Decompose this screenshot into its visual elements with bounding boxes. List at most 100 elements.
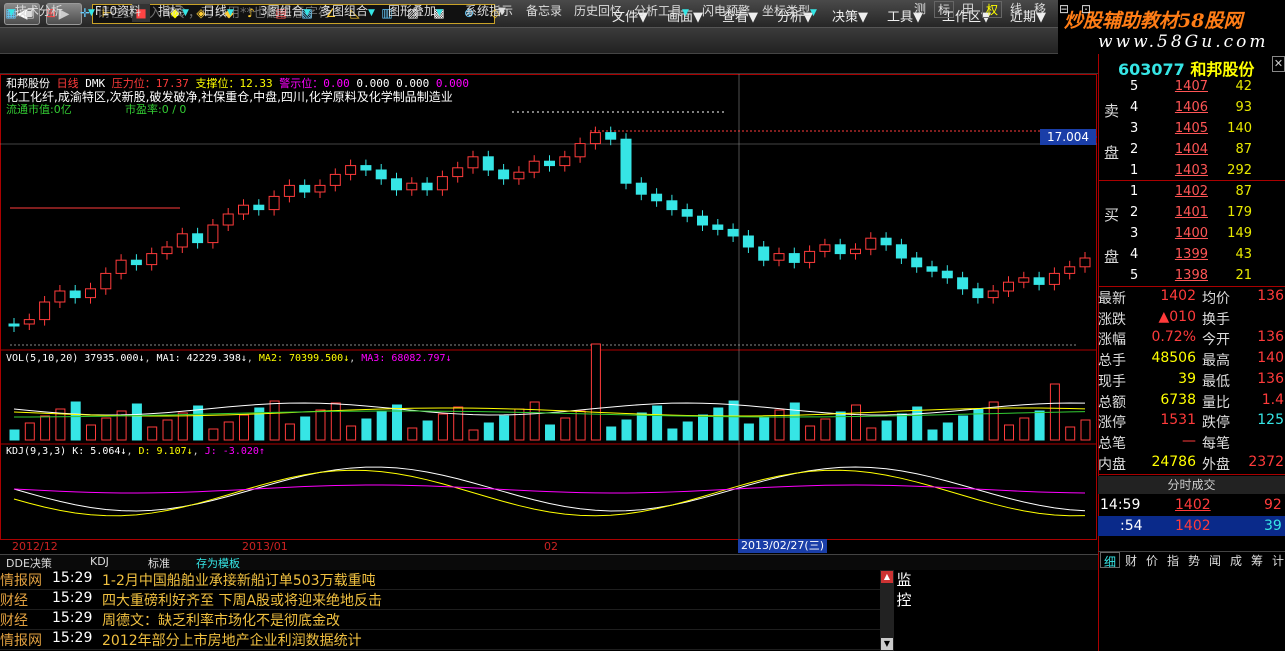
trade-header: 分时成交 [1098,476,1285,494]
menu-f10[interactable]: ▼F10资料 [88,2,141,19]
menu-3chart[interactable]: 3图组合▼ [260,2,311,19]
buy-level-row[interactable]: 4 1399 43 [1098,245,1285,265]
volume-bar [284,423,295,441]
buy-level-row[interactable]: 3 1400 149 [1098,224,1285,244]
volume-bar [86,424,96,441]
monitor-button[interactable]: 监控 [895,570,913,651]
candle-body [987,290,999,299]
menu-coord-type[interactable]: 坐标类型▼ [762,2,817,19]
menu-history[interactable]: 历史回忆 [574,2,622,19]
sell-level-row[interactable]: 5 1407 42 [1098,77,1285,97]
volume-bar [453,406,464,441]
volume-bar [958,415,969,441]
sell-level-row[interactable]: 3 1405 140 [1098,119,1285,139]
kline-chart[interactable] [0,74,1098,554]
volume-bar [759,416,770,441]
buy-level-row[interactable]: 1 1402 87 [1098,182,1285,202]
candle-body [681,209,693,217]
panel-tab[interactable]: 成 [1226,552,1246,568]
candle-body [605,132,617,140]
toolbar [0,28,1058,54]
candle-body [238,204,249,215]
candle-body [1048,272,1060,285]
buy-level-row[interactable]: 5 1398 21 [1098,266,1285,286]
menu-multichart[interactable]: 多图组合▼ [320,2,375,19]
stat-row: 涨停 1531 跌停 125 [1098,412,1284,432]
stat-row: 总额 6738 量比 1.4 [1098,391,1284,411]
menu-tech-analysis[interactable]: ▼技术分析 [8,2,63,19]
volume-bar [529,401,540,441]
candle-body [697,215,708,226]
candle-body [834,244,846,255]
candle-body [345,165,357,175]
menu-system-signal[interactable]: 系统指示 [465,2,513,19]
news-item[interactable]: 财经 15:29 周德文：缺乏利率市场化不是彻底金改 [0,610,880,630]
volume-bar [636,412,647,441]
sell-level-row[interactable]: 1 1403 292 [1098,161,1285,181]
news-item[interactable]: 财经 15:29 四大重磅利好齐至 下周A股或将迎来绝地反击 [0,590,880,610]
candle-body [742,235,754,248]
panel-tab[interactable]: 闻 [1205,552,1225,568]
candle-body [712,224,724,230]
candle-body [360,165,372,171]
stat-row: 现手 39 最低 136 [1098,370,1284,390]
panel-tab[interactable]: 指 [1163,552,1183,568]
candle-body [574,143,586,158]
panel-tab[interactable]: 计 [1268,552,1285,568]
tab-kdj[interactable]: KDJ [90,555,109,568]
volume-bar [590,343,601,441]
menu-daily[interactable]: 日线▼ [203,2,234,19]
menu-decision[interactable]: 决策▼ [832,6,868,25]
panel-tab[interactable]: 价 [1142,552,1162,568]
expand-icon[interactable]: ⊡ [1076,1,1096,18]
news-scrollbar[interactable]: ▲ ▼ [880,570,894,651]
mark-button[interactable]: 标 [934,1,954,18]
buy-level-row[interactable]: 2 1401 179 [1098,203,1285,223]
news-item[interactable]: 情报网 15:29 2012年部分上市房地产企业利润数据统计 [0,630,880,650]
bell-icon[interactable]: ♪ [242,4,260,22]
price-tag: 17.004 [1040,129,1096,145]
measure-button[interactable]: 测 [910,1,930,18]
shrink-icon[interactable]: ⊟ [1054,1,1074,18]
menu-analysis-tools[interactable]: 分析工具▼ [634,2,689,19]
volume-bar [177,412,188,441]
menu-overlay[interactable]: 图形叠加▼ [388,2,443,19]
tab-standard[interactable]: 标准 [148,555,170,571]
panel-tab[interactable]: 财 [1121,552,1141,568]
sell-level-row[interactable]: 4 1406 93 [1098,98,1285,118]
volume-bar [682,421,693,441]
panel-tab[interactable]: 筹 [1247,552,1267,568]
menu-memo[interactable]: 备忘录 [526,2,562,19]
logo-url: www.58Gu.com [1098,32,1269,52]
candle-body [651,193,663,202]
candle-body [926,266,938,272]
tab-save-template[interactable]: 存为模板 [196,555,240,571]
candle-body [498,169,510,180]
candle-body [773,253,785,261]
candle-body [421,182,433,191]
candle-body [375,169,387,180]
panel-tab[interactable]: 势 [1184,552,1204,568]
volume-bar [606,426,617,441]
line-button[interactable]: 线 [1006,1,1026,18]
kdj-j-line [13,484,1086,494]
volume-bar [820,418,831,441]
menu-flash-alert[interactable]: 闪电预警 [702,2,750,19]
sell-level-row[interactable]: 2 1404 87 [1098,140,1285,160]
news-item[interactable]: 情报网 15:29 1-2月中国船舶业承接新船订单503万载重吨 [0,570,880,590]
volume-bar [407,427,418,441]
stat-row: 总笔 — 每笔 [1098,432,1230,452]
rights-button[interactable]: 权 [982,1,1002,18]
scroll-up-icon[interactable]: ▲ [881,571,893,583]
scroll-down-icon[interactable]: ▼ [881,638,893,650]
volume-bar [1034,410,1045,441]
menu-indicator[interactable]: 指标▼ [158,2,189,19]
close-icon[interactable]: ✕ [1272,56,1285,72]
panel-tab[interactable]: 细 [1100,552,1120,569]
tab-dde[interactable]: DDE决策 [6,555,52,571]
grid-button[interactable]: 田 [958,1,978,18]
move-button[interactable]: 移 [1030,1,1050,18]
volume-bar [621,419,632,441]
volume-bar [667,428,678,441]
volume-bar [805,425,816,441]
